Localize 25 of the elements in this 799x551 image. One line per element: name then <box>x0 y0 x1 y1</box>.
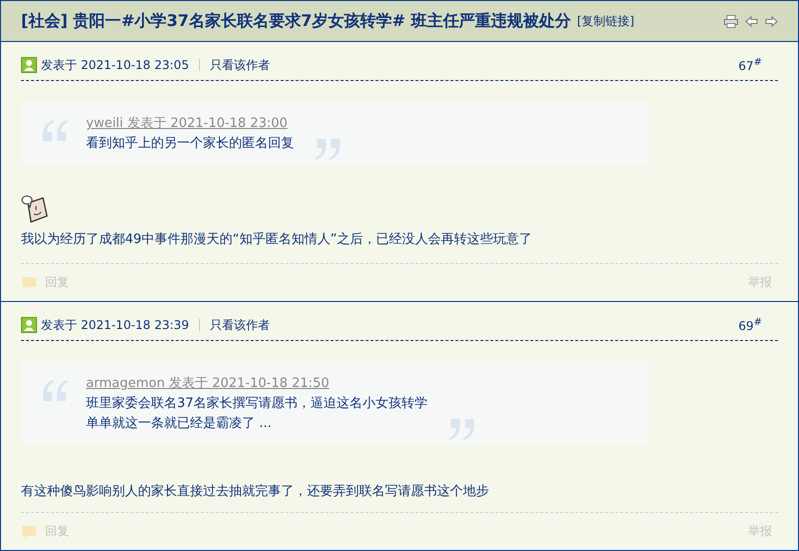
close-quote-icon <box>314 138 342 162</box>
quote-byline[interactable]: armagemon 发表于 2021-10-18 21:50 <box>86 376 330 391</box>
avatar-icon <box>21 317 37 333</box>
close-quote-icon <box>448 418 476 442</box>
quote-byline[interactable]: yweili 发表于 2021-10-18 23:00 <box>86 116 288 131</box>
print-icon[interactable] <box>724 14 738 28</box>
post-time: 发表于 2021-10-18 23:39 <box>41 316 189 334</box>
post-text: 有这种傻鸟影响别人的家长直接过去抽就完事了，还要弄到联名写请愿书这个地步 <box>21 483 490 500</box>
post-text: 我以为经历了成都49中事件那漫天的“知乎匿名知情人”之后，已经没人会再转这些玩意了 <box>21 231 534 248</box>
thread-title: 贵阳一#小学37名家长联名要求7岁女孩转学# 班主任严重违规被处分 <box>73 10 571 30</box>
open-quote-icon <box>41 118 69 142</box>
floor-number[interactable]: 69$^{#}$ <box>738 317 762 333</box>
author-only-link[interactable]: 只看该作者 <box>210 316 270 334</box>
open-quote-icon <box>41 378 69 402</box>
avatar-icon <box>21 57 37 73</box>
next-arrow-icon[interactable] <box>765 16 778 26</box>
post-time: 发表于 2021-10-18 23:05 <box>41 56 189 74</box>
author-only-link[interactable]: 只看该作者 <box>210 56 270 74</box>
quote-text: 看到知乎上的另一个家长的匿名回复 <box>86 135 294 153</box>
thread-category: [社会] <box>21 10 68 30</box>
copy-link[interactable]: [复制链接] <box>576 12 634 30</box>
floor-number[interactable]: 67$^{#}$ <box>738 57 762 73</box>
previous-arrow-icon[interactable] <box>745 16 758 26</box>
quote-text: 班里家委会联名37名家长撰写请愿书，逼迫这名小女孩转学 <box>86 395 428 413</box>
quote-text: 单单就这一条就已经是霸凌了 ... <box>86 415 273 433</box>
